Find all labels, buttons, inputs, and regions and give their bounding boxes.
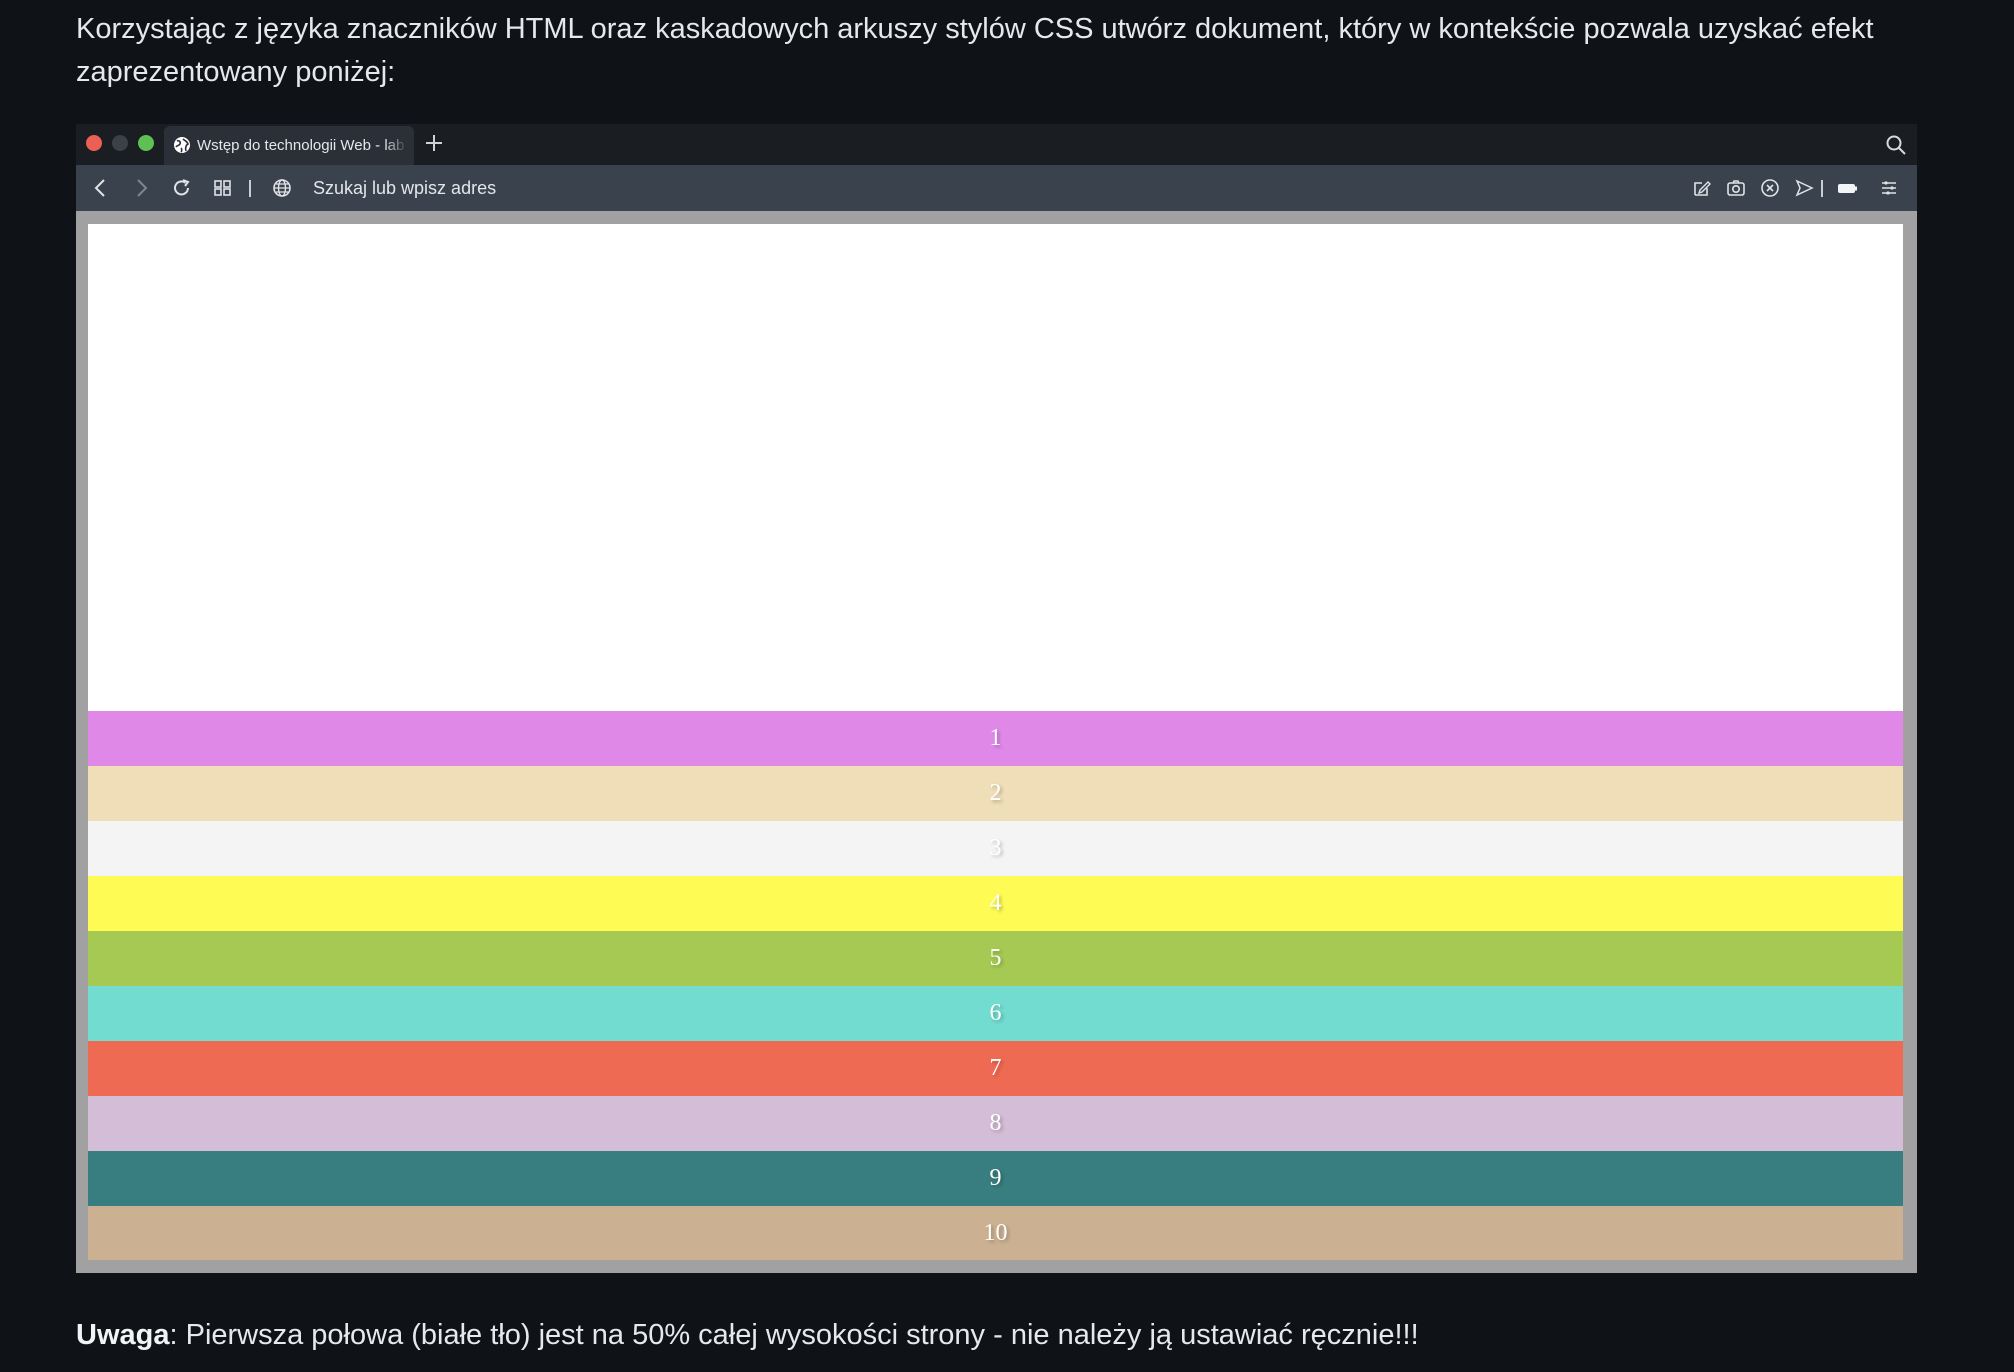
navigation-toolbar: Szukaj lub wpisz adres bbox=[76, 165, 1917, 211]
minimize-window-button[interactable] bbox=[112, 135, 128, 151]
block-icon[interactable] bbox=[1759, 177, 1781, 199]
tab-title: Wstęp do technologii Web - lab bbox=[197, 126, 407, 165]
close-window-button[interactable] bbox=[86, 135, 102, 151]
color-band: 4 bbox=[88, 876, 1903, 931]
color-bands: 1 2 3 4 5 6 7 8 9 10 bbox=[88, 711, 1903, 1260]
color-band: 6 bbox=[88, 986, 1903, 1041]
tab-active[interactable]: Wstęp do technologii Web - lab bbox=[164, 126, 414, 165]
tab-bar: Wstęp do technologii Web - lab bbox=[76, 124, 1917, 165]
color-band: 5 bbox=[88, 931, 1903, 986]
search-icon[interactable] bbox=[1885, 134, 1907, 156]
instruction-text: Korzystając z języka znaczników HTML ora… bbox=[76, 13, 1874, 88]
reload-icon[interactable] bbox=[171, 177, 193, 199]
new-tab-button[interactable] bbox=[421, 130, 447, 156]
color-band: 7 bbox=[88, 1041, 1903, 1096]
edit-icon[interactable] bbox=[1691, 177, 1713, 199]
color-band: 10 bbox=[88, 1206, 1903, 1260]
browser-window: Wstęp do technologii Web - lab Szukaj lu… bbox=[76, 124, 1917, 1273]
maximize-window-button[interactable] bbox=[138, 135, 154, 151]
send-icon[interactable] bbox=[1793, 177, 1815, 199]
forward-icon[interactable] bbox=[130, 177, 152, 199]
toolbar-divider bbox=[249, 180, 251, 197]
color-band: 8 bbox=[88, 1096, 1903, 1151]
note-bold-label: Uwaga bbox=[76, 1319, 170, 1351]
color-band: 1 bbox=[88, 711, 1903, 766]
globe-icon bbox=[174, 137, 190, 153]
plus-icon bbox=[426, 135, 442, 151]
rendered-page: 1 2 3 4 5 6 7 8 9 10 bbox=[88, 224, 1903, 1260]
back-icon[interactable] bbox=[90, 177, 112, 199]
tiles-icon[interactable] bbox=[212, 177, 234, 199]
note-body: : Pierwsza połowa (białe tło) jest na 50… bbox=[169, 1319, 1419, 1351]
color-band: 9 bbox=[88, 1151, 1903, 1206]
color-band: 3 bbox=[88, 821, 1903, 876]
camera-icon[interactable] bbox=[1725, 177, 1747, 199]
note-text: Uwaga: Pierwsza połowa (białe tło) jest … bbox=[76, 1315, 1419, 1355]
white-half-section bbox=[88, 224, 1903, 711]
globe-icon bbox=[273, 179, 291, 197]
browser-viewport: 1 2 3 4 5 6 7 8 9 10 bbox=[76, 211, 1917, 1273]
color-band: 2 bbox=[88, 766, 1903, 821]
toolbar-divider bbox=[1821, 180, 1823, 197]
address-bar[interactable]: Szukaj lub wpisz adres bbox=[313, 165, 496, 211]
menu-icon[interactable] bbox=[1878, 177, 1900, 199]
battery-icon[interactable] bbox=[1836, 177, 1858, 199]
